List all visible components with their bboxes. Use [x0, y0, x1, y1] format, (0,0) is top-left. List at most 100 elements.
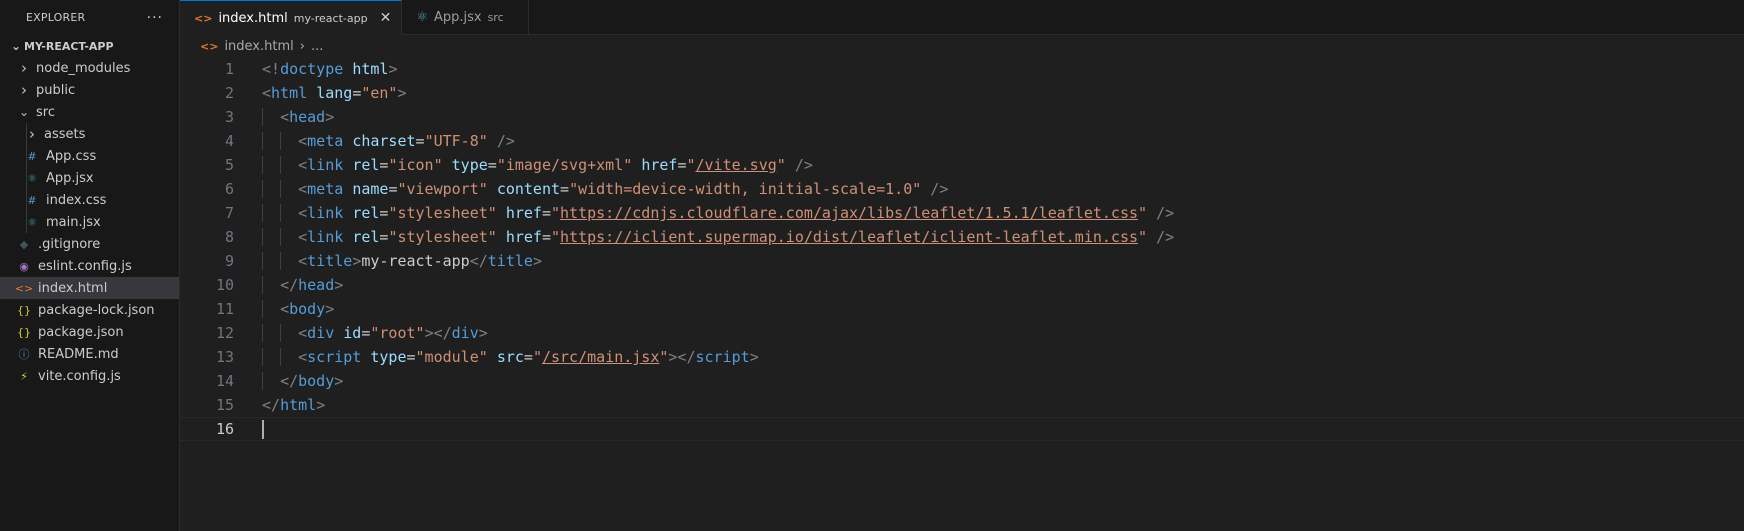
code-text: <link rel="stylesheet" href="https://cdn… — [262, 204, 1174, 222]
code-line[interactable]: 3 <head> — [180, 105, 1744, 129]
code-token: </ — [469, 252, 488, 270]
code-line[interactable]: 13 <script type="module" src="/src/main.… — [180, 345, 1744, 369]
line-number: 11 — [215, 300, 234, 318]
code-token: <! — [262, 60, 281, 78]
code-token: = — [523, 348, 533, 366]
tree-item-readme-md[interactable]: ⓘ README.md — [0, 343, 179, 365]
tree-item-app-jsx[interactable]: ⚛ App.jsx — [0, 167, 179, 189]
code-token: </ — [262, 396, 281, 414]
code-line[interactable]: 12 <div id="root"></div> — [180, 321, 1744, 345]
tab-app-jsx[interactable]: ⚛ App.jsx src — [402, 0, 529, 35]
code-token: " — [551, 204, 561, 222]
tree-item-label: node_modules — [36, 60, 131, 76]
line-number: 7 — [224, 204, 234, 222]
code-line[interactable]: 2 <html lang="en"> — [180, 81, 1744, 105]
code-token: html — [280, 396, 317, 414]
code-token: html — [352, 60, 389, 78]
code-token: doctype — [280, 60, 344, 78]
code-token: > — [325, 300, 335, 318]
code-token: /src/main.jsx — [541, 348, 660, 366]
code-token: lang — [316, 84, 353, 102]
code-token: /> — [930, 180, 949, 198]
line-number: 5 — [224, 156, 234, 174]
tree-item-label: eslint.config.js — [38, 258, 132, 274]
tree-item-index-html[interactable]: <> index.html — [0, 277, 179, 299]
code-token: > — [532, 252, 542, 270]
code-line[interactable]: 9 <title>my-react-app</title> — [180, 249, 1744, 273]
tree-item-app-css[interactable]: # App.css — [0, 145, 179, 167]
code-line[interactable]: 10 </head> — [180, 273, 1744, 297]
tree-item-src[interactable]: ⌄ src — [0, 101, 179, 123]
code-line[interactable]: 5 <link rel="icon" type="image/svg+xml" … — [180, 153, 1744, 177]
code-token: = — [487, 156, 497, 174]
tree-item-main-jsx[interactable]: ⚛ main.jsx — [0, 211, 179, 233]
code-line[interactable]: 11 <body> — [180, 297, 1744, 321]
code-token: body — [289, 300, 326, 318]
indent-guide — [262, 276, 263, 294]
tree-item-label: package-lock.json — [38, 302, 155, 318]
tree-item-index-css[interactable]: # index.css — [0, 189, 179, 211]
code-token: head — [289, 108, 326, 126]
indent-guide — [26, 145, 27, 167]
project-folder-label: MY-REACT-APP — [24, 39, 114, 53]
tree-item-package-json[interactable]: {} package.json — [0, 321, 179, 343]
indent-guide — [262, 300, 263, 318]
code-token: script — [307, 348, 362, 366]
line-number: 3 — [224, 108, 234, 126]
tree-item-eslint-config-js[interactable]: ◉ eslint.config.js — [0, 255, 179, 277]
tree-item-vite-config-js[interactable]: ⚡ vite.config.js — [0, 365, 179, 387]
tree-item-node-modules[interactable]: › node_modules — [0, 57, 179, 79]
line-number: 15 — [215, 396, 234, 414]
editor-tab-bar: <> index.html my-react-app ✕ ⚛ App.jsx src — [180, 0, 1744, 35]
code-line[interactable]: 4 <meta charset="UTF-8" /> — [180, 129, 1744, 153]
close-icon[interactable]: ✕ — [380, 10, 392, 26]
more-actions-icon[interactable]: ··· — [147, 10, 163, 26]
code-token: < — [298, 324, 308, 342]
json-file-icon: {} — [17, 325, 31, 339]
code-text: <title>my-react-app</title> — [262, 252, 542, 270]
indent-guide — [280, 252, 282, 270]
tree-item-assets[interactable]: › assets — [0, 123, 179, 145]
code-token: div — [307, 324, 335, 342]
code-token: > — [397, 84, 407, 102]
code-token: " — [776, 156, 786, 174]
code-line[interactable]: 6 <meta name="viewport" content="width=d… — [180, 177, 1744, 201]
code-line[interactable]: 15 </html> — [180, 393, 1744, 417]
code-editor[interactable]: 1 <!doctype html> 2 <html lang="en"> 3 <head… — [180, 57, 1744, 531]
chevron-down-icon: ⌄ — [18, 105, 30, 119]
code-token: " — [532, 348, 542, 366]
code-text: </body> — [262, 372, 343, 390]
tab-index-html[interactable]: <> index.html my-react-app ✕ — [180, 0, 403, 35]
code-line[interactable]: 16 — [180, 417, 1744, 441]
code-token: head — [298, 276, 335, 294]
code-line[interactable]: 1 <!doctype html> — [180, 57, 1744, 81]
breadcrumb-rest[interactable]: ... — [311, 39, 323, 54]
tree-item-label: vite.config.js — [38, 368, 121, 384]
code-token: = — [415, 132, 425, 150]
code-line[interactable]: 14 </body> — [180, 369, 1744, 393]
indent-guide — [280, 132, 282, 150]
code-token: "width=device-width, initial-scale=1.0" — [569, 180, 922, 198]
code-line[interactable]: 8 <link rel="stylesheet" href="https://i… — [180, 225, 1744, 249]
code-token: title — [487, 252, 533, 270]
code-token: > — [325, 108, 335, 126]
chevron-right-icon: › — [21, 81, 27, 99]
tree-item--gitignore[interactable]: ◆ .gitignore — [0, 233, 179, 255]
code-token: link — [307, 156, 344, 174]
tree-item-label: index.html — [38, 280, 108, 296]
code-line[interactable]: 7 <link rel="stylesheet" href="https://c… — [180, 201, 1744, 225]
code-token: meta — [307, 132, 344, 150]
code-token: = — [406, 348, 416, 366]
code-token: src — [496, 348, 524, 366]
tree-item-public[interactable]: › public — [0, 79, 179, 101]
project-folder[interactable]: ⌄ MY-REACT-APP — [0, 35, 179, 57]
tree-item-package-lock-json[interactable]: {} package-lock.json — [0, 299, 179, 321]
explorer-title: EXPLORER — [26, 11, 86, 24]
breadcrumb-file[interactable]: index.html — [224, 39, 293, 54]
